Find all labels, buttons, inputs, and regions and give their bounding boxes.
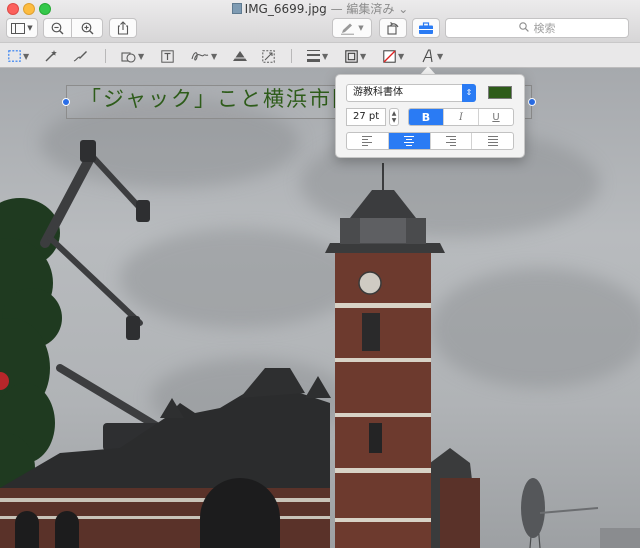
- zoom-out-button[interactable]: [43, 18, 72, 38]
- align-justify-icon: [487, 136, 498, 146]
- align-left-icon: [362, 136, 373, 146]
- rectangular-selection-icon: [8, 50, 21, 62]
- shape-style-icon: [307, 50, 320, 62]
- search-placeholder: 検索: [533, 22, 556, 35]
- font-size-stepper[interactable]: ▲ ▼: [389, 108, 399, 126]
- markup-pen-icon: [341, 23, 355, 35]
- shapes-button[interactable]: ▼: [121, 47, 144, 65]
- show-markup-toolbar-button[interactable]: [412, 18, 440, 38]
- rotate-button[interactable]: [379, 18, 407, 38]
- chevron-down-icon: ▼: [360, 51, 367, 61]
- signature-button[interactable]: ▼: [191, 47, 217, 65]
- align-right-button[interactable]: [431, 133, 473, 149]
- text-style-icon: [422, 49, 433, 63]
- window-title-icon: [231, 3, 242, 14]
- share-icon: [117, 21, 129, 35]
- underline-button[interactable]: U: [479, 109, 513, 125]
- resize-handle-left[interactable]: [62, 98, 70, 106]
- sidebar-view-icon: [11, 22, 26, 34]
- chevron-down-icon: ▼: [322, 51, 329, 61]
- share-button[interactable]: [109, 18, 137, 38]
- signature-icon: [191, 52, 209, 61]
- align-center-icon: [404, 136, 415, 146]
- align-left-button[interactable]: [347, 133, 389, 149]
- photo-scene: [0, 140, 640, 548]
- window-toolbar: IMG_6699.jpg — 編集済み ⌄ ▼ ▼ 検索: [0, 0, 640, 42]
- border-color-button[interactable]: ▼: [345, 47, 366, 65]
- edited-status: — 編集済み: [330, 2, 395, 16]
- adjust-color-button[interactable]: [232, 47, 248, 65]
- rotate-icon: [387, 22, 399, 35]
- font-style-segments: B I U: [408, 108, 514, 126]
- align-center-button[interactable]: [388, 133, 431, 149]
- align-right-icon: [445, 136, 456, 146]
- markup-toolbar-button[interactable]: ▼: [332, 18, 372, 38]
- building: [0, 163, 480, 548]
- fill-color-icon: [383, 49, 396, 63]
- text-style-button[interactable]: ▼: [421, 47, 443, 65]
- window-title: IMG_6699.jpg — 編集済み ⌄: [0, 1, 640, 17]
- stepper-down-icon[interactable]: ▼: [392, 117, 397, 124]
- search-icon: [518, 21, 529, 35]
- text-annotation[interactable]: 「ジャック」こと横浜市開港: [80, 84, 378, 114]
- instant-alpha-button[interactable]: [44, 47, 58, 65]
- chevron-down-icon: ▼: [437, 51, 444, 61]
- search-field[interactable]: 検索: [445, 18, 629, 38]
- fill-color-button[interactable]: ▼: [383, 47, 404, 65]
- resize-handle-right[interactable]: [528, 98, 536, 106]
- text-style-popover: 游教科書体 ⇕ 27 pt ▲ ▼ B I U: [335, 74, 525, 158]
- font-size-field[interactable]: 27 pt: [346, 108, 386, 126]
- shapes-icon: [121, 51, 136, 63]
- adjust-color-icon: [233, 51, 247, 61]
- toolbox-icon: [419, 21, 433, 34]
- chevron-updown-icon[interactable]: ⇕: [462, 84, 476, 102]
- toolbar-divider: [291, 49, 292, 63]
- adjust-size-button[interactable]: [262, 47, 275, 65]
- chevron-down-icon: ▼: [211, 51, 218, 61]
- toolbar-divider: [105, 49, 106, 63]
- sketch-icon: [73, 51, 87, 62]
- sketch-button[interactable]: [73, 47, 88, 65]
- italic-button[interactable]: I: [444, 109, 479, 125]
- zoom-in-button[interactable]: [71, 18, 103, 38]
- chevron-down-icon: ▼: [23, 51, 30, 61]
- adjust-size-icon: [262, 49, 275, 63]
- font-family-value: 游教科書体: [353, 87, 403, 98]
- shape-style-button[interactable]: ▼: [307, 47, 328, 65]
- selection-tool-button[interactable]: ▼: [8, 47, 29, 65]
- chevron-down-icon: ▼: [138, 51, 145, 61]
- border-color-icon: [345, 49, 358, 63]
- zoom-in-icon: [81, 22, 93, 34]
- image-canvas[interactable]: 「ジャック」こと横浜市開港: [0, 68, 640, 548]
- align-justify-button[interactable]: [472, 133, 513, 149]
- text-tool-icon: [161, 49, 174, 63]
- text-color-well[interactable]: [488, 86, 512, 99]
- chevron-down-icon: ▼: [358, 24, 364, 32]
- font-family-select[interactable]: 游教科書体 ⇕: [346, 84, 476, 102]
- chevron-down-icon: ▼: [27, 24, 33, 32]
- bold-button[interactable]: B: [409, 109, 444, 125]
- instant-alpha-icon: [45, 50, 57, 62]
- text-tool-button[interactable]: [161, 47, 174, 65]
- view-menu-button[interactable]: ▼: [6, 18, 38, 38]
- stepper-up-icon[interactable]: ▲: [392, 110, 397, 117]
- markup-toolbar: ▼ ▼ ▼ ▼ ▼ ▼ ▼: [0, 42, 640, 68]
- window-filename: IMG_6699.jpg: [244, 2, 327, 16]
- chevron-down-icon: ▼: [398, 51, 405, 61]
- title-chevron-icon[interactable]: ⌄: [398, 2, 408, 16]
- alignment-segments: [346, 132, 514, 150]
- font-size-value: 27 pt: [353, 111, 380, 122]
- zoom-out-icon: [51, 22, 64, 34]
